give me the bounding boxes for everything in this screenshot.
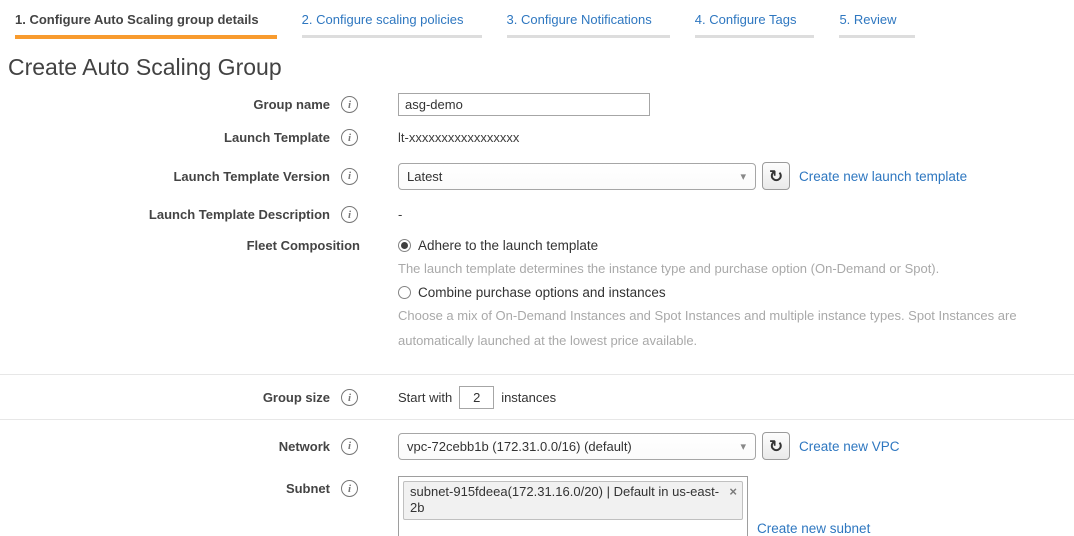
remove-subnet-icon[interactable]: × [729, 484, 737, 499]
create-asg-page: 1. Configure Auto Scaling group details … [0, 0, 1074, 536]
info-icon[interactable]: i [341, 438, 358, 455]
subnet-multiselect[interactable]: subnet-915fdeea(172.31.16.0/20) | Defaul… [398, 476, 748, 536]
group-name-input[interactable] [398, 93, 650, 116]
divider [0, 419, 1074, 420]
launch-template-row: Launch Template i lt-xxxxxxxxxxxxxxxxx [0, 129, 1074, 146]
group-size-suffix: instances [501, 390, 556, 405]
tab-review[interactable]: 5. Review [839, 9, 914, 38]
launch-template-description-label: Launch Template Description [149, 207, 330, 222]
radio-adhere-label: Adhere to the launch template [418, 238, 598, 253]
group-name-row: Group name i [0, 93, 1074, 116]
refresh-vpcs-button[interactable]: ↻ [762, 432, 790, 460]
radio-combine-purchase-options[interactable]: Combine purchase options and instances [398, 285, 1074, 300]
launch-template-description-value: - [398, 206, 402, 222]
radio-combine-label: Combine purchase options and instances [418, 285, 666, 300]
fleet-composition-row: Fleet Composition Adhere to the launch t… [0, 236, 1074, 357]
info-icon[interactable]: i [341, 206, 358, 223]
page-title: Create Auto Scaling Group [8, 54, 1074, 81]
fleet-composition-label: Fleet Composition [247, 238, 360, 253]
group-size-input[interactable] [459, 386, 494, 409]
launch-template-description-row: Launch Template Description i - [0, 206, 1074, 223]
refresh-icon: ↻ [769, 168, 783, 185]
launch-template-id: lt-xxxxxxxxxxxxxxxxx [398, 129, 519, 145]
tab-scaling-policies[interactable]: 2. Configure scaling policies [302, 9, 482, 38]
chevron-down-icon: ▾ [731, 170, 755, 183]
launch-template-label: Launch Template [224, 130, 330, 145]
subnet-chip: subnet-915fdeea(172.31.16.0/20) | Defaul… [403, 481, 743, 520]
tab-tags[interactable]: 4. Configure Tags [695, 9, 815, 38]
refresh-icon: ↻ [769, 438, 783, 455]
chevron-down-icon: ▾ [731, 440, 755, 453]
tab-notifications[interactable]: 3. Configure Notifications [507, 9, 670, 38]
wizard-tabs: 1. Configure Auto Scaling group details … [0, 0, 1074, 39]
subnet-row: Subnet i subnet-915fdeea(172.31.16.0/20)… [0, 476, 1074, 536]
radio-button-icon [398, 286, 411, 299]
tab-configure-details[interactable]: 1. Configure Auto Scaling group details [15, 9, 277, 39]
radio-adhere-launch-template[interactable]: Adhere to the launch template [398, 238, 1074, 253]
selected-version: Latest [399, 169, 731, 184]
group-name-label: Group name [253, 97, 330, 112]
subnet-label: Subnet [286, 481, 330, 496]
network-select[interactable]: vpc-72cebb1b (172.31.0.0/16) (default) ▾ [398, 433, 756, 460]
subnet-chip-label: subnet-915fdeea(172.31.16.0/20) | Defaul… [410, 484, 721, 516]
launch-template-version-row: Launch Template Version i Latest ▾ ↻ Cre… [0, 162, 1074, 190]
create-launch-template-link[interactable]: Create new launch template [799, 169, 967, 184]
adhere-option-description: The launch template determines the insta… [398, 256, 1053, 281]
group-size-prefix: Start with [398, 390, 452, 405]
create-subnet-link[interactable]: Create new subnet [757, 521, 870, 536]
refresh-versions-button[interactable]: ↻ [762, 162, 790, 190]
radio-button-icon [398, 239, 411, 252]
launch-template-version-select[interactable]: Latest ▾ [398, 163, 756, 190]
launch-template-version-label: Launch Template Version [173, 169, 330, 184]
combine-option-description: Choose a mix of On-Demand Instances and … [398, 303, 1053, 353]
network-row: Network i vpc-72cebb1b (172.31.0.0/16) (… [0, 432, 1074, 460]
info-icon[interactable]: i [341, 389, 358, 406]
info-icon[interactable]: i [341, 168, 358, 185]
info-icon[interactable]: i [341, 129, 358, 146]
group-size-label: Group size [263, 390, 330, 405]
create-vpc-link[interactable]: Create new VPC [799, 439, 900, 454]
selected-network: vpc-72cebb1b (172.31.0.0/16) (default) [399, 439, 731, 454]
info-icon[interactable]: i [341, 96, 358, 113]
network-label: Network [279, 439, 330, 454]
group-size-row: Group size i Start with instances [0, 375, 1074, 419]
info-icon[interactable]: i [341, 480, 358, 497]
